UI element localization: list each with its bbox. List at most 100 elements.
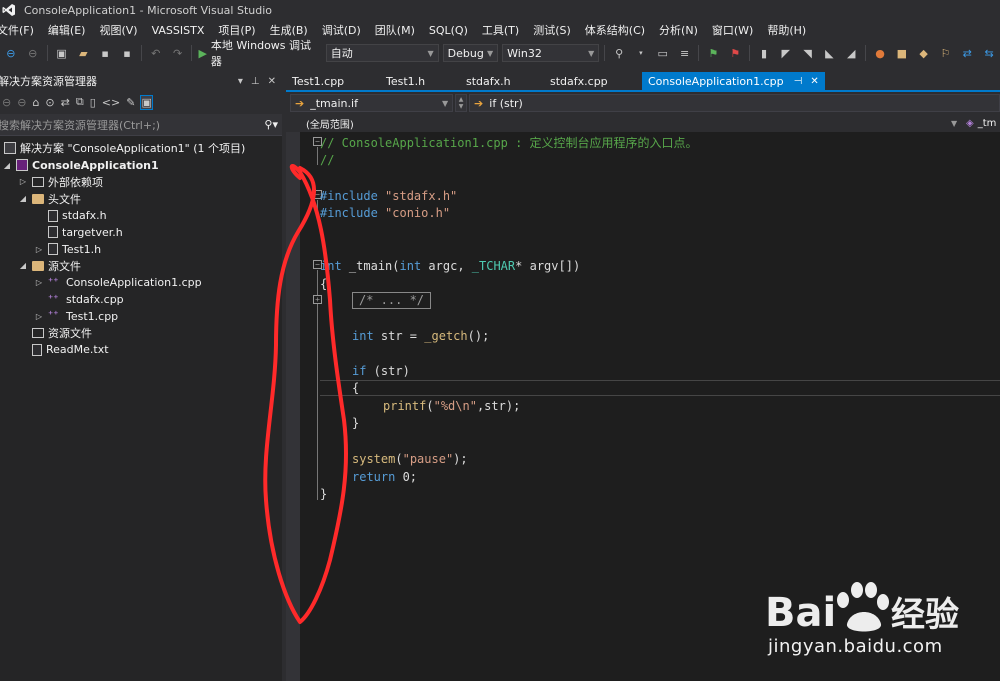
configuration-select[interactable]: Debug ▼ — [442, 44, 499, 62]
collapsed-arrow-icon[interactable]: ▷ — [34, 278, 44, 287]
function-scope[interactable]: ◈ _tm — [966, 118, 996, 129]
tree-item[interactable]: stdafx.h — [0, 207, 282, 224]
search-icon[interactable]: ⚲▾ — [264, 118, 278, 131]
properties-icon[interactable]: ✎ — [126, 96, 135, 109]
tree-item[interactable]: ◢ 头文件 — [0, 190, 282, 207]
toolbar-separator — [698, 45, 700, 61]
bookmark-folder-icon[interactable]: ◣ — [821, 44, 839, 62]
tree-item[interactable]: ▷ ⁺⁺ ConsoleApplication1.cpp — [0, 274, 282, 291]
chevron-down-icon[interactable]: ▼ — [951, 119, 957, 128]
menu-team[interactable]: 团队(M) — [368, 22, 422, 38]
panel-menu-icon[interactable]: ▾ — [238, 76, 243, 87]
menu-debug[interactable]: 调试(D) — [315, 22, 368, 38]
bookmark-icon[interactable]: ▮ — [755, 44, 773, 62]
va-tool2-icon[interactable]: ■ — [893, 44, 911, 62]
tab-test1-cpp[interactable]: Test1.cpp — [286, 72, 380, 90]
start-debugging-button[interactable]: ▶ 本地 Windows 调试器 — [198, 37, 320, 69]
menu-help[interactable]: 帮助(H) — [760, 22, 813, 38]
scope-dropdown[interactable]: ➔ if (str) — [469, 94, 1000, 112]
preview-selected-icon[interactable]: ▣ — [140, 94, 153, 110]
va-tool6-icon[interactable]: ⇆ — [980, 44, 998, 62]
menu-tools[interactable]: 工具(T) — [475, 22, 526, 38]
solution-explorer-search[interactable]: 搜索解决方案资源管理器(Ctrl+;) ⚲▾ — [0, 114, 282, 136]
tree-item[interactable]: 资源文件 — [0, 325, 282, 342]
tree-item[interactable]: ▷ ⁺⁺ Test1.cpp — [0, 308, 282, 325]
collapsed-arrow-icon[interactable]: ▷ — [34, 245, 44, 254]
filter-folder-icon — [32, 176, 44, 187]
expanded-arrow-icon[interactable]: ◢ — [18, 261, 28, 270]
menu-sql[interactable]: SQL(Q) — [422, 24, 475, 37]
forward-icon[interactable]: ⊖ — [17, 96, 26, 109]
fold-line — [317, 200, 318, 218]
pin-icon[interactable]: ⊣ — [794, 76, 803, 87]
find-icon[interactable]: ⚲ — [610, 44, 628, 62]
va-tool1-icon[interactable]: ● — [871, 44, 889, 62]
bookmark-prev-icon[interactable]: ◤ — [777, 44, 795, 62]
open-file-icon[interactable]: ▰ — [74, 44, 92, 62]
menu-build[interactable]: 生成(B) — [263, 22, 315, 38]
save-icon[interactable]: ▪ — [96, 44, 114, 62]
menu-view[interactable]: 视图(V) — [92, 22, 144, 38]
va-tool3-icon[interactable]: ◆ — [915, 44, 933, 62]
view-code-icon[interactable]: <> — [102, 96, 120, 109]
menu-vassistx[interactable]: VASSISTX — [145, 24, 212, 37]
collapsed-arrow-icon[interactable]: ▷ — [34, 312, 44, 321]
tree-item[interactable]: ⁺⁺ stdafx.cpp — [0, 291, 282, 308]
tab-stdafx-cpp[interactable]: stdafx.cpp — [544, 72, 642, 90]
tree-item[interactable]: ▷ Test1.h — [0, 241, 282, 258]
undo-icon[interactable]: ↶ — [147, 44, 165, 62]
close-icon[interactable]: ✕ — [268, 76, 276, 87]
layout-icon[interactable]: ▭ — [654, 44, 672, 62]
va-tool5-icon[interactable]: ⇄ — [958, 44, 976, 62]
expanded-arrow-icon[interactable]: ◢ — [18, 194, 28, 203]
show-all-files-icon[interactable]: ▯ — [90, 96, 96, 109]
bookmark-disable-icon[interactable]: ◢ — [842, 44, 860, 62]
collapsed-region[interactable]: /* ... */ — [352, 292, 432, 309]
forward-icon[interactable]: ⊖ — [24, 44, 42, 62]
home-icon[interactable]: ⌂ — [32, 96, 39, 109]
history-icon[interactable]: ⊙ — [45, 96, 54, 109]
save-all-icon[interactable]: ▪ — [118, 44, 136, 62]
align-icon[interactable]: ≡ — [676, 44, 694, 62]
va-tool4-icon[interactable]: ⚐ — [937, 44, 955, 62]
expand-icon[interactable]: + — [313, 295, 322, 304]
bookmark-next2-icon[interactable]: ◥ — [799, 44, 817, 62]
tree-item[interactable]: ◢ 源文件 — [0, 258, 282, 275]
menu-file[interactable]: 文件(F) — [0, 22, 41, 38]
platform-select[interactable]: Win32 ▼ — [502, 44, 600, 62]
tab-test1-h[interactable]: Test1.h — [380, 72, 460, 90]
collapse-all-icon[interactable]: ⧉ — [76, 95, 84, 109]
comment: // — [320, 153, 335, 167]
close-icon[interactable]: ✕ — [810, 76, 818, 87]
dropdown-icon[interactable]: ▾ — [632, 44, 650, 62]
tree-item[interactable]: targetver.h — [0, 224, 282, 241]
sync-icon[interactable]: ⇄ — [61, 96, 70, 109]
pin-icon[interactable]: ⊥ — [251, 76, 260, 87]
menu-window[interactable]: 窗口(W) — [705, 22, 760, 38]
menu-analyze[interactable]: 分析(N) — [652, 22, 705, 38]
expanded-arrow-icon[interactable]: ◢ — [2, 161, 12, 170]
bookmark-clear-icon[interactable]: ⚑ — [726, 44, 744, 62]
split-icon[interactable]: ▲ ▼ — [455, 94, 468, 112]
member-dropdown[interactable]: ➔ _tmain.if ▼ — [290, 94, 454, 112]
menu-test[interactable]: 测试(S) — [526, 22, 578, 38]
tab-stdafx-h[interactable]: stdafx.h — [460, 72, 544, 90]
menu-architecture[interactable]: 体系结构(C) — [578, 22, 652, 38]
svg-text:Bai: Bai — [765, 590, 836, 636]
bookmark-next-icon[interactable]: ⚑ — [704, 44, 722, 62]
collapsed-arrow-icon[interactable]: ▷ — [18, 177, 28, 186]
menu-project[interactable]: 项目(P) — [211, 22, 262, 38]
redo-icon[interactable]: ↷ — [169, 44, 187, 62]
tree-item[interactable]: ▷ 外部依赖项 — [0, 174, 282, 191]
svg-text:经验: 经验 — [891, 595, 959, 635]
menu-edit[interactable]: 编辑(E) — [41, 22, 93, 38]
tree-item[interactable]: 解决方案 "ConsoleApplication1" (1 个项目) — [0, 140, 282, 157]
back-icon[interactable]: ⊖ — [2, 96, 11, 109]
new-project-icon[interactable]: ▣ — [53, 44, 71, 62]
run-mode-select[interactable]: 自动 ▼ — [325, 44, 439, 62]
back-icon[interactable]: ⊖ — [2, 44, 20, 62]
tab-consoleapplication1-cpp[interactable]: ConsoleApplication1.cpp ⊣ ✕ — [642, 72, 825, 90]
tree-item[interactable]: ◢ ConsoleApplication1 — [0, 157, 282, 174]
global-scope-label[interactable]: (全局范围) — [286, 116, 354, 131]
tree-item[interactable]: ReadMe.txt — [0, 342, 282, 359]
